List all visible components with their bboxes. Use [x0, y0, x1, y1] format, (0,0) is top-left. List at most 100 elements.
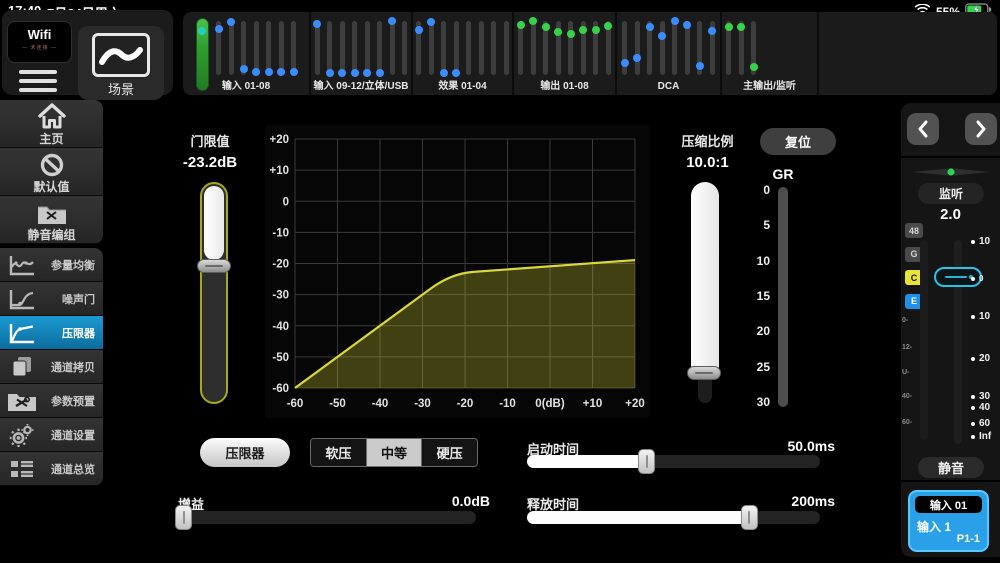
channel-meter [377, 21, 382, 75]
meter-group[interactable]: 输入 01-08 [183, 12, 311, 95]
gr-scale-number: 30 [738, 395, 770, 409]
channel-meter [751, 21, 756, 75]
channel-badge-48[interactable]: 48 [905, 223, 923, 238]
mute-button[interactable]: 静音 [918, 457, 984, 478]
sidebar-item-mute-group[interactable]: 静音编组 [0, 196, 103, 244]
meter-group[interactable]: 输入 09-12/立体/USB [311, 12, 413, 95]
fader-scale-item: 60 [971, 418, 990, 429]
release-slider[interactable] [527, 511, 820, 524]
meter-level-dot [290, 68, 298, 76]
reset-button[interactable]: 复位 [760, 128, 836, 155]
gain-slider-handle[interactable] [175, 505, 192, 530]
svg-text:+10: +10 [583, 398, 603, 410]
svg-text:+20: +20 [625, 398, 645, 410]
meter-level-dot [277, 68, 285, 76]
meter-level-dot [227, 18, 235, 26]
compressor-toggle-button[interactable]: 压限器 [200, 438, 290, 467]
prev-channel-button[interactable] [907, 113, 939, 145]
meter-level-dot [240, 65, 248, 73]
next-channel-button[interactable] [965, 113, 997, 145]
gr-scale-number: 25 [738, 360, 770, 374]
sidebar-item-defaults[interactable]: 默认值 [0, 148, 103, 196]
sidebar-item-label: 参数预置 [37, 393, 97, 409]
channel-meter [593, 21, 598, 75]
fader-scale-dot [971, 315, 975, 319]
fader-scale-dot [971, 277, 975, 281]
channel-copy-icon [7, 355, 37, 379]
fader-scale-number: 40 [979, 402, 990, 413]
ratio-value: 10.0:1 [655, 154, 760, 171]
channel-meter [568, 21, 573, 75]
meter-level-dot [554, 28, 562, 36]
threshold-slider[interactable] [200, 182, 228, 404]
meter-group-label: DCA [617, 81, 720, 92]
attack-slider[interactable] [527, 455, 820, 468]
channel-meter [647, 21, 652, 75]
meter-level-dot [696, 62, 704, 70]
meter-level-dot [265, 68, 273, 76]
mute-group-folder-icon [0, 197, 103, 225]
meter-group[interactable]: 输出 01-08 [514, 12, 617, 95]
threshold-slider-handle[interactable] [197, 259, 231, 273]
divider [901, 480, 1000, 482]
channel-meter [660, 21, 665, 75]
meter-level-dot [198, 27, 206, 35]
svg-text:-30: -30 [414, 398, 431, 410]
meter-group[interactable]: DCA [617, 12, 722, 95]
fader-scale-number: 20 [979, 353, 990, 364]
sidebar-item-gate[interactable]: 噪声门 [0, 282, 103, 316]
fader-scale-number: 0 [979, 274, 983, 283]
hamburger-menu-icon[interactable] [19, 68, 57, 94]
channel-meter [739, 21, 744, 75]
knee-option-软压[interactable]: 软压 [311, 439, 367, 466]
sidebar-item-eq[interactable]: 参量均衡 [0, 248, 103, 282]
scene-button[interactable]: 场景 [78, 26, 164, 100]
gr-scale-number: 15 [738, 289, 770, 303]
compressor-curve-icon [7, 322, 37, 344]
sidebar-item-overview[interactable]: 通道总览 [0, 452, 103, 486]
threshold-label: 门限值 [160, 131, 260, 150]
svg-text:0(dB): 0(dB) [535, 398, 565, 410]
threshold-value: -23.2dB [160, 154, 260, 171]
channel-meter [466, 21, 471, 75]
fader-scale-item: 10 [971, 311, 990, 322]
meter-group[interactable]: 主输出/监听 [722, 12, 819, 95]
ratio-slider-handle[interactable] [687, 366, 721, 380]
gain-slider[interactable] [176, 511, 476, 524]
release-slider-handle[interactable] [741, 505, 758, 530]
knee-option-硬压[interactable]: 硬压 [422, 439, 477, 466]
gr-scale-number: 10 [738, 254, 770, 268]
pan-slider[interactable] [911, 165, 991, 183]
chevron-left-icon [916, 120, 930, 138]
meter-level-dot [683, 21, 691, 29]
scene-wave-icon [92, 33, 150, 77]
gate-curve-icon [7, 288, 37, 310]
sidebar-item-compressor[interactable]: 压限器 [0, 316, 103, 350]
meter-level-dot [517, 21, 525, 29]
meter-level-dot [427, 18, 435, 26]
pan-position-dot [947, 168, 954, 175]
ratio-slider[interactable] [691, 182, 719, 403]
sidebar-item-settings[interactable]: 通道设置 [0, 418, 103, 452]
attack-slider-handle[interactable] [638, 449, 655, 474]
channel-meter [479, 21, 484, 75]
sidebar-item-copy[interactable]: 通道拷贝 [0, 350, 103, 384]
channel-meter [266, 21, 271, 75]
sidebar-item-home[interactable]: 主页 [0, 100, 103, 148]
preset-folder-icon [7, 390, 37, 412]
fader-scale-number: 10 [979, 311, 990, 322]
sidebar-item-label: 压限器 [37, 325, 97, 341]
sidebar-item-preset[interactable]: 参数预置 [0, 384, 103, 418]
compressor-transfer-graph: -60-50-40-30-20-100(dB)+10+20+20+100-10-… [265, 125, 650, 418]
monitor-button[interactable]: 监听 [918, 183, 984, 204]
meter-level-dot [604, 22, 612, 30]
wifi-button[interactable]: Wifi — 未连接 — [7, 21, 72, 63]
svg-text:-40: -40 [372, 398, 389, 410]
channel-meter [429, 21, 434, 75]
fader-scale-dot [971, 422, 975, 426]
meter-group[interactable]: 效果 01-04 [413, 12, 514, 95]
knee-option-中等[interactable]: 中等 [367, 439, 423, 466]
channel-card[interactable]: 输入 01 输入 1 P1-1 [908, 490, 989, 552]
gain-value: 0.0dB [355, 493, 490, 509]
meter-level-dot [658, 32, 666, 40]
